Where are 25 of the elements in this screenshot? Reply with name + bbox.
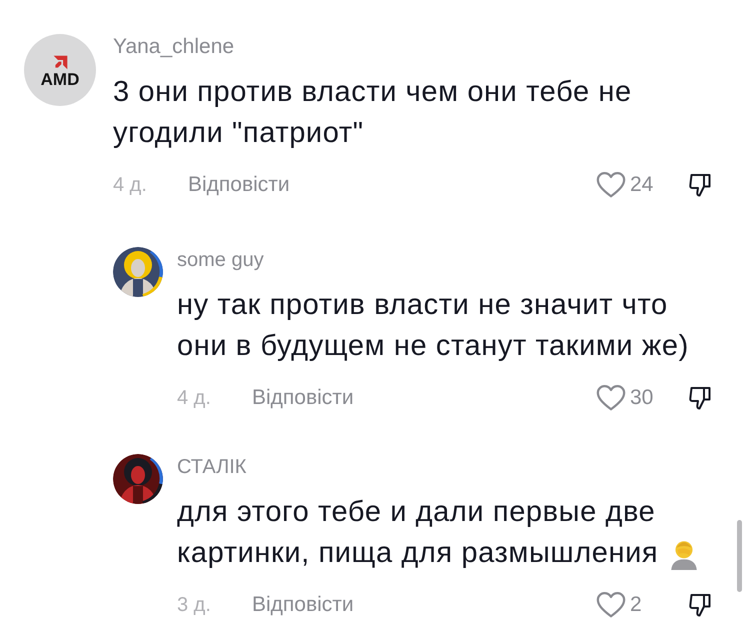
thumbs-down-icon[interactable] xyxy=(688,384,712,412)
avatar-text: AMD xyxy=(40,71,80,88)
like-count: 30 xyxy=(630,386,654,410)
heart-icon[interactable] xyxy=(596,171,626,199)
username[interactable]: Yana_chlene xyxy=(113,34,234,60)
comment-time: 4 д. xyxy=(113,174,148,196)
username[interactable]: some guy xyxy=(177,247,264,273)
thumbs-down-icon[interactable] xyxy=(688,172,712,198)
like-count: 24 xyxy=(630,173,654,197)
like-count: 2 xyxy=(630,593,643,617)
heart-icon[interactable] xyxy=(596,384,626,412)
scrollbar[interactable] xyxy=(737,520,742,592)
comment-text: 3 они против власти чем они тебе не угодили "патриот" xyxy=(113,75,633,151)
thumbs-down-icon[interactable] xyxy=(688,592,712,618)
comment-time: 3 д. xyxy=(177,594,212,616)
comment-text: ну так против власти не значит что они в будущем не станут такими же) xyxy=(177,288,690,364)
reply-link[interactable]: Відповісти xyxy=(188,173,290,197)
reply-link[interactable]: Відповісти xyxy=(252,593,354,617)
username[interactable]: СТАЛІК xyxy=(177,454,246,480)
comment-time: 4 д. xyxy=(177,386,212,410)
reply-link[interactable]: Відповісти xyxy=(252,386,354,410)
comment-text: для этого тебе и дали первые две картинки, пища для размышления xyxy=(177,495,660,571)
avatar[interactable]: AMD xyxy=(24,34,96,106)
heart-icon[interactable] xyxy=(596,591,626,619)
logo-icon xyxy=(52,54,68,71)
